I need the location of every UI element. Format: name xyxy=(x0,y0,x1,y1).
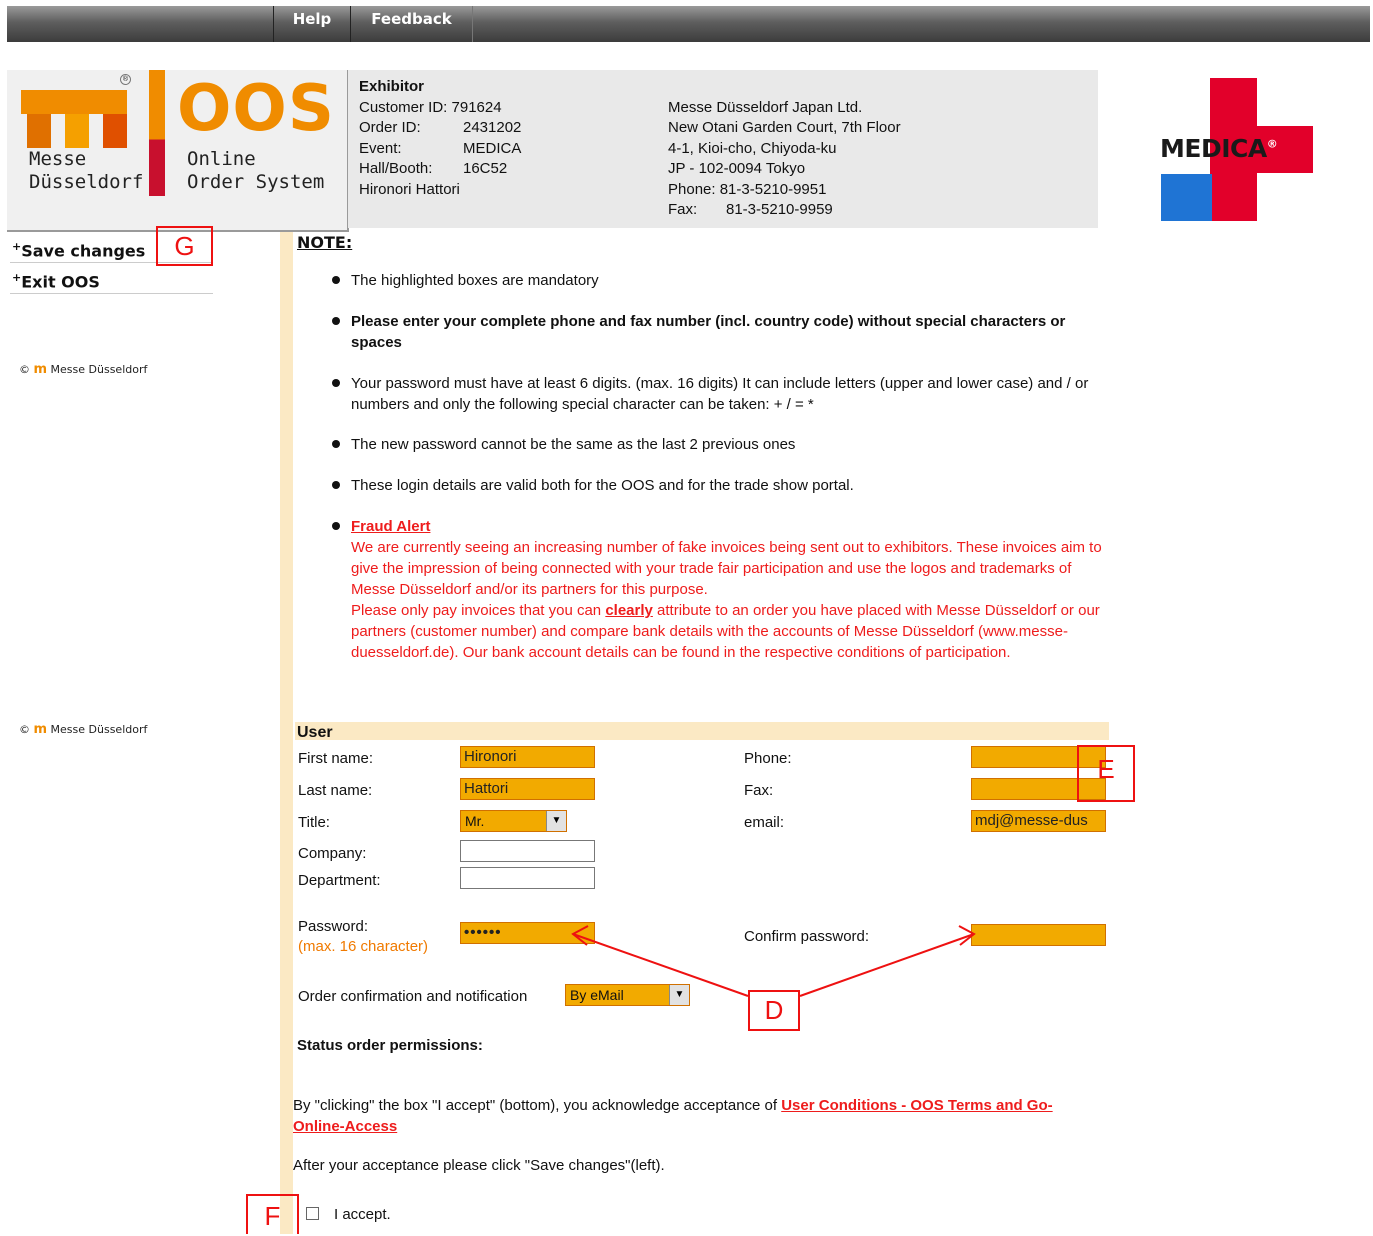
arrow-head-icon xyxy=(958,925,976,946)
arrow-to-password xyxy=(572,933,749,997)
arrow-head-icon xyxy=(571,925,589,946)
arrow-to-confirm xyxy=(799,933,975,997)
annotation-arrows xyxy=(571,925,976,997)
